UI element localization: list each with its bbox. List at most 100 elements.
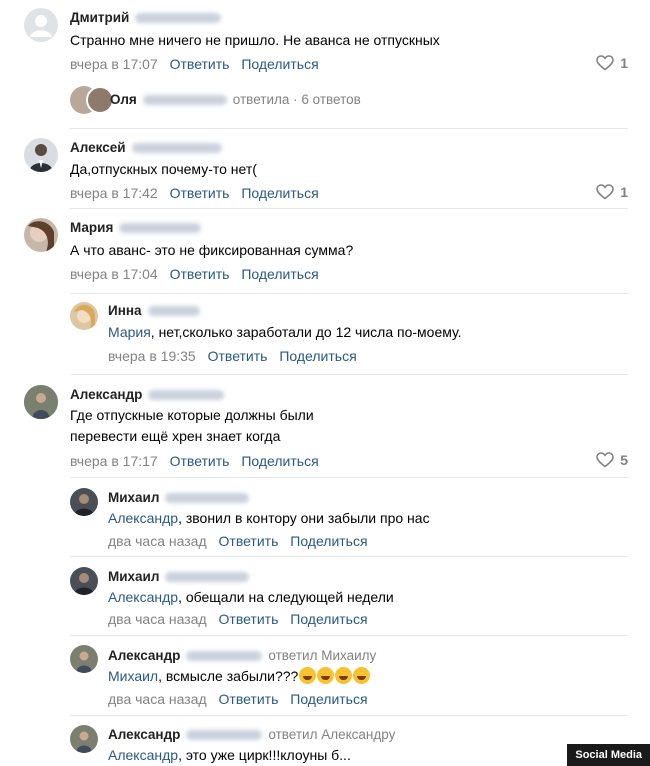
share-button[interactable]: Поделиться [290, 533, 367, 549]
like-count: 1 [620, 55, 628, 71]
divider [70, 635, 628, 636]
user-photo-icon [74, 494, 94, 516]
comment-text: Странно мне ничего не пришло. Не аванса … [70, 32, 440, 48]
comment-text: Михаил, всмысле забыли??? [108, 666, 371, 687]
author-name[interactable]: Михаил [108, 569, 250, 584]
comment: Александр Где отпускные которые должны б… [0, 380, 650, 480]
avatar[interactable] [70, 567, 98, 595]
author-name[interactable]: Мария [70, 220, 202, 235]
user-photo-icon [24, 385, 58, 419]
reply-button[interactable]: Ответить [219, 533, 279, 549]
reply-comment: Михаил Александр, обещали на следующей н… [0, 556, 650, 636]
comment-meta: два часа назад Ответить Поделиться [108, 533, 368, 549]
thread-replies[interactable]: Оля ответила · 6 ответов [70, 86, 430, 114]
timestamp[interactable]: вчера в 17:17 [70, 453, 158, 469]
laughing-emoji-icon [317, 667, 335, 684]
mention-link[interactable]: Мария [108, 324, 151, 340]
comment: Алексей Да,отпускных почему-то нет( вчер… [0, 130, 650, 209]
timestamp[interactable]: вчера в 17:42 [70, 185, 158, 201]
heart-icon [596, 55, 615, 71]
avatar[interactable] [24, 138, 58, 172]
thread-summary: ответила · 6 ответов [232, 92, 361, 107]
comment-meta: вчера в 17:04 Ответить Поделиться [70, 266, 319, 282]
reply-button[interactable]: Ответить [170, 56, 230, 72]
user-photo-icon [74, 573, 94, 595]
author-name[interactable]: Инна [108, 303, 200, 318]
reply-comment: Михаил Александр, звонил в контору они з… [0, 477, 650, 557]
comment-meta: два часа назад Ответить Поделиться [108, 691, 368, 707]
laughing-emoji-icon [299, 667, 317, 684]
author-name[interactable]: Александр [70, 387, 225, 402]
avatar[interactable] [70, 488, 98, 516]
share-button[interactable]: Поделиться [241, 453, 318, 469]
divider [70, 477, 628, 478]
author-name[interactable]: Александр ответил Михаилу [108, 648, 376, 663]
author-name[interactable]: Дмитрий [70, 10, 222, 25]
watermark-label: Social Media [567, 744, 650, 766]
share-button[interactable]: Поделиться [290, 611, 367, 627]
share-button[interactable]: Поделиться [241, 266, 318, 282]
heart-icon [596, 452, 615, 468]
reply-button[interactable]: Ответить [170, 185, 230, 201]
avatar[interactable] [70, 725, 98, 753]
comment: Мария А что аванс- это не фиксированная … [0, 208, 650, 288]
reply-comment: Александр ответил Михаилу Михаил, всмысле… [0, 635, 650, 715]
reply-button[interactable]: Ответить [219, 691, 279, 707]
mention-link[interactable]: Александр [108, 589, 178, 605]
user-photo-icon [28, 221, 54, 252]
user-photo-icon [76, 651, 92, 673]
like-button[interactable]: 1 [596, 55, 628, 71]
comment-meta: вчера в 17:07 Ответить Поделиться [70, 56, 319, 72]
timestamp[interactable]: два часа назад [108, 611, 207, 627]
share-button[interactable]: Поделиться [241, 56, 318, 72]
comment-meta: вчера в 17:42 Ответить Поделиться [70, 185, 319, 201]
user-photo-icon [76, 731, 92, 753]
timestamp[interactable]: вчера в 19:35 [108, 348, 196, 364]
comment-meta: вчера в 17:17 Ответить Поделиться [70, 453, 319, 469]
laughing-emoji-icon [335, 667, 353, 684]
timestamp[interactable]: вчера в 17:04 [70, 266, 158, 282]
comment-text: Мария, нет,сколько заработали до 12 числ… [108, 324, 462, 340]
comment-text: перевести ещё хрен знает когда [70, 428, 281, 444]
replied-to: ответил Александру [268, 727, 396, 742]
comment-text: А что аванс- это не фиксированная сумма? [70, 242, 354, 258]
like-button[interactable]: 1 [596, 184, 628, 200]
mention-link[interactable]: Михаил [108, 668, 158, 684]
comment-text: Александр, это уже цирк!!!клоуны б... [108, 747, 351, 763]
avatar[interactable] [24, 385, 58, 419]
share-button[interactable]: Поделиться [241, 185, 318, 201]
mention-link[interactable]: Александр [108, 747, 178, 763]
replied-to: ответил Михаилу [268, 648, 377, 663]
like-count: 5 [620, 452, 628, 468]
timestamp[interactable]: два часа назад [108, 691, 207, 707]
author-name[interactable]: Михаил [108, 490, 250, 505]
author-name[interactable]: Александр ответил Александру [108, 727, 395, 742]
divider [70, 293, 628, 294]
reply-button[interactable]: Ответить [170, 266, 230, 282]
divider [70, 374, 628, 375]
share-button[interactable]: Поделиться [279, 348, 356, 364]
timestamp[interactable]: два часа назад [108, 533, 207, 549]
comment-text: Александр, обещали на следующей недели [108, 589, 394, 605]
reply-button[interactable]: Ответить [219, 611, 279, 627]
avatar[interactable] [70, 302, 98, 330]
avatar[interactable] [70, 645, 98, 673]
comment-meta: два часа назад Ответить Поделиться [108, 611, 368, 627]
timestamp[interactable]: вчера в 17:07 [70, 56, 158, 72]
comment-meta: вчера в 19:35 Ответить Поделиться [108, 348, 357, 364]
author-name[interactable]: Алексей [70, 140, 222, 155]
thread-author: Оля [110, 92, 137, 107]
reply-button[interactable]: Ответить [170, 453, 230, 469]
comment-text: Да,отпускных почему-то нет( [70, 161, 257, 177]
like-button[interactable]: 5 [596, 452, 628, 468]
avatar[interactable] [24, 218, 58, 252]
reply-button[interactable]: Ответить [208, 348, 268, 364]
mention-link[interactable]: Александр [108, 510, 178, 526]
laughing-emoji-icon [353, 667, 371, 684]
share-button[interactable]: Поделиться [290, 691, 367, 707]
avatar[interactable] [24, 8, 58, 42]
comment-text: Где отпускные которые должны были [70, 407, 314, 423]
reply-comment: Инна Мария, нет,сколько заработали до 12… [0, 293, 650, 375]
default-user-icon [30, 15, 52, 37]
comment: Дмитрий Странно мне ничего не пришло. Не… [0, 0, 650, 130]
